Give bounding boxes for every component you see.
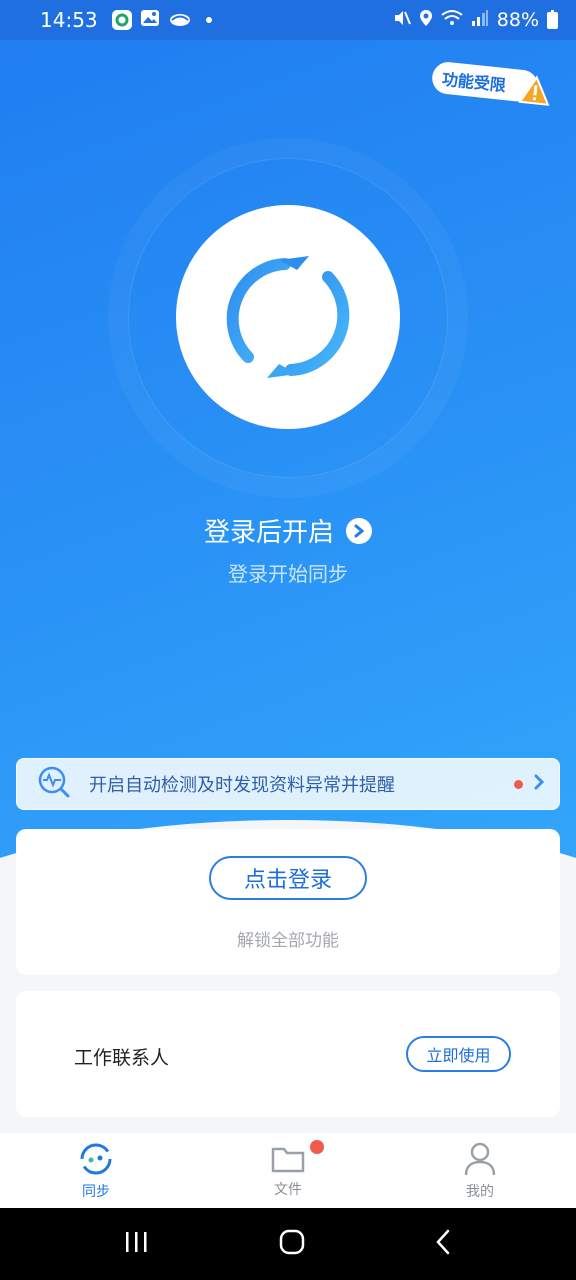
login-prompt[interactable]: 登录后开启 [0, 512, 576, 549]
cloud-icon [168, 8, 192, 32]
files-badge-dot [310, 1140, 324, 1154]
mute-icon [393, 9, 411, 32]
work-contacts-label: 工作联系人 [74, 1047, 170, 1069]
work-contacts-card: 工作联系人 立即使用 [16, 991, 560, 1117]
function-limited-label: 功能受限 [441, 69, 507, 96]
recent-apps-icon[interactable] [124, 1230, 150, 1258]
tab-sync[interactable]: 同步 [0, 1133, 192, 1208]
folder-icon [271, 1147, 305, 1172]
status-left: 14:53 [40, 8, 212, 32]
chevron-right-icon [533, 773, 545, 795]
battery-percent: 88% [496, 9, 539, 31]
app-notification-icon [111, 10, 132, 30]
more-notifications-dot [205, 17, 212, 23]
pulse-search-icon [37, 765, 71, 803]
bottom-tab-bar: 同步 文件 我的 [0, 1133, 576, 1208]
tab-files[interactable]: 文件 [192, 1133, 384, 1208]
sync-large-icon [226, 256, 350, 378]
status-time: 14:53 [40, 8, 98, 32]
gallery-icon [140, 8, 160, 32]
login-prompt-title: 登录后开启 [203, 518, 334, 548]
chevron-right-icon [346, 517, 372, 544]
use-now-button[interactable]: 立即使用 [406, 1036, 511, 1072]
login-card: 点击登录 解锁全部功能 [16, 829, 560, 975]
tab-me[interactable]: 我的 [384, 1133, 576, 1208]
tab-me-label: 我的 [466, 1183, 494, 1200]
login-button[interactable]: 点击登录 [209, 856, 367, 900]
login-prompt-subtitle: 登录开始同步 [228, 562, 348, 586]
status-bar: 14:53 88% [0, 0, 576, 40]
status-right: 88% [393, 9, 558, 32]
location-icon [419, 9, 433, 32]
back-icon[interactable] [434, 1228, 452, 1260]
warning-icon [518, 74, 553, 107]
tab-files-label: 文件 [274, 1181, 302, 1198]
system-navigation-bar [0, 1208, 576, 1280]
wifi-icon [441, 9, 463, 32]
signal-icon [471, 9, 489, 32]
battery-icon [547, 9, 558, 29]
unlock-hint: 解锁全部功能 [237, 931, 339, 951]
home-icon[interactable] [278, 1228, 306, 1260]
person-icon [464, 1142, 496, 1175]
auto-detect-banner[interactable]: 开启自动检测及时发现资料异常并提醒 [16, 758, 560, 810]
auto-detect-text: 开启自动检测及时发现资料异常并提醒 [89, 775, 395, 796]
sync-start-button[interactable] [176, 205, 400, 429]
sync-icon [80, 1143, 112, 1174]
tab-sync-label: 同步 [82, 1183, 110, 1200]
notice-red-dot [514, 779, 523, 789]
